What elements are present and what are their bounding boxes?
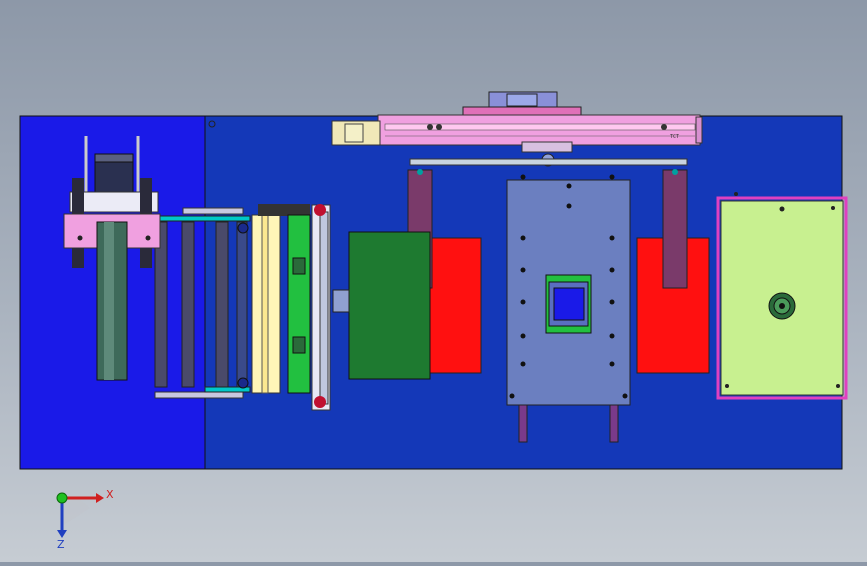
mount-lower-l (72, 248, 84, 268)
origin-sphere-icon (56, 492, 68, 504)
green-block[interactable] (348, 231, 431, 380)
side-bar-inner (319, 211, 329, 405)
roller-2[interactable] (181, 221, 195, 388)
rail-motor-coupler (344, 123, 364, 143)
rail-sensor-3 (661, 124, 667, 130)
nozzle-window (553, 287, 585, 321)
base-plate-screw (208, 120, 216, 128)
side-bar-end-top (314, 204, 326, 216)
mount-screw-1 (77, 235, 83, 241)
mount-block-side-l (72, 178, 84, 218)
xyz-coordinate-triad-icon: X Z (40, 480, 120, 551)
cylinder-highlight (104, 222, 114, 380)
green-strip[interactable] (287, 214, 311, 394)
arm-right[interactable] (662, 169, 688, 289)
gantry-top-plate (462, 106, 582, 116)
plate-leg-left (518, 404, 528, 443)
roller-end-bottom (237, 377, 249, 389)
roller-top-blocks (258, 204, 310, 216)
rail-end-cap-right (695, 116, 703, 144)
cad-viewport[interactable]: TCT (0, 0, 867, 562)
mount-screw-2 (145, 235, 151, 241)
plate-leg-right (609, 404, 619, 443)
rail-end-label: TCT (670, 134, 679, 140)
roller-end-top (237, 222, 249, 234)
motor-cap (94, 153, 134, 163)
green-clamp-1 (292, 257, 306, 275)
rail-carriage[interactable] (521, 141, 573, 153)
side-bar-end-bottom (314, 396, 326, 408)
x-axis-label: X (106, 488, 114, 501)
rail-sensor-2 (436, 124, 442, 130)
connector-block[interactable] (332, 289, 350, 313)
cross-beam[interactable] (409, 158, 688, 166)
roller-frame-top (182, 207, 244, 215)
green-clamp-2 (292, 336, 306, 354)
roller-frame-bottom (154, 391, 244, 399)
roller-4[interactable] (236, 221, 248, 388)
mount-lower-r (140, 248, 152, 268)
gear-icon[interactable] (768, 292, 796, 320)
rail-sensor-1 (427, 124, 433, 130)
roller-3[interactable] (215, 221, 229, 388)
arm-right-pivot (672, 169, 678, 175)
yellow-panel-strip (261, 214, 269, 394)
cyan-belt-top (159, 215, 251, 222)
gantry-top-inner (506, 93, 538, 107)
arm-left-pivot (417, 169, 423, 175)
mount-block-side-r (140, 178, 152, 218)
z-axis-label: Z (57, 538, 65, 550)
